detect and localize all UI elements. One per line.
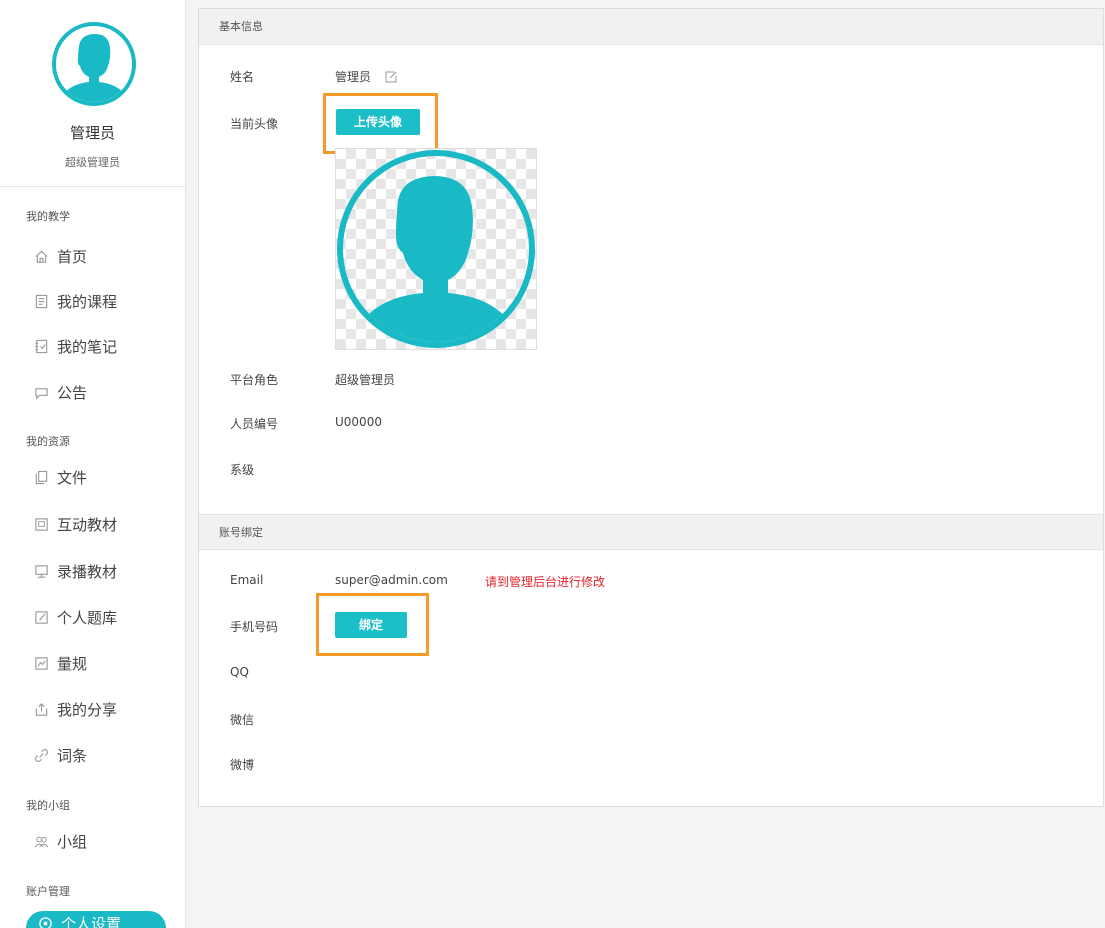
sidebar-item-shares[interactable]: 我的分享 <box>34 697 117 721</box>
sidebar-item-files[interactable]: 文件 <box>34 465 87 489</box>
role-value: 超级管理员 <box>335 373 396 387</box>
sidebar-item-entries[interactable]: 词条 <box>34 743 87 767</box>
interactive-material-icon <box>34 517 49 532</box>
user-avatar-icon[interactable] <box>52 22 136 106</box>
sidebar-item-label: 我的课程 <box>57 292 118 311</box>
sidebar-item-label: 词条 <box>57 746 88 765</box>
sidebar-item-label: 文件 <box>57 468 88 487</box>
settings-panel: 基本信息 姓名 管理员 当前头像 上传头像 平台角色 超级管理员 人员编号 U0… <box>198 8 1104 807</box>
sidebar-item-rubrics[interactable]: 量规 <box>34 651 87 675</box>
sidebar-item-courses[interactable]: 我的课程 <box>34 289 117 313</box>
phone-label: 手机号码 <box>230 620 279 634</box>
announcement-icon <box>34 385 49 400</box>
sidebar-item-label: 我的分享 <box>57 700 118 719</box>
role-label: 平台角色 <box>230 373 279 387</box>
sidebar: 管理员 超级管理员 我的教学 首页 我的课程 我的笔记 公告 我的资源 文件 互… <box>0 0 186 928</box>
settings-icon <box>38 916 53 928</box>
bind-phone-button[interactable]: 绑定 <box>335 612 407 638</box>
weibo-label: 微博 <box>230 758 255 772</box>
share-icon <box>34 702 49 717</box>
sidebar-item-label: 首页 <box>57 247 88 266</box>
home-icon <box>34 249 49 264</box>
email-label: Email <box>230 573 264 587</box>
group-icon <box>34 834 49 849</box>
group-title-groups: 我的小组 <box>26 799 70 812</box>
avatar-preview <box>335 148 537 350</box>
sidebar-item-label: 个人题库 <box>57 608 118 627</box>
sidebar-item-label: 量规 <box>57 654 88 673</box>
sidebar-item-personal-settings[interactable]: 个人设置 <box>26 911 166 928</box>
section-account-binding-header: 账号绑定 <box>199 514 1103 550</box>
user-role: 超级管理员 <box>65 156 120 169</box>
sidebar-item-label: 公告 <box>57 383 88 402</box>
sidebar-item-label: 我的笔记 <box>57 337 118 356</box>
avatar-preview-icon <box>337 150 535 348</box>
link-icon <box>34 748 49 763</box>
qq-label: QQ <box>230 665 249 679</box>
group-title-resources: 我的资源 <box>26 435 70 448</box>
sidebar-item-label: 录播教材 <box>57 562 118 581</box>
group-title-account: 账户管理 <box>26 885 70 898</box>
sidebar-item-label: 小组 <box>57 832 88 851</box>
email-notice: 请到管理后台进行修改 <box>485 575 606 589</box>
sidebar-item-groups[interactable]: 小组 <box>34 829 87 853</box>
sidebar-item-home[interactable]: 首页 <box>34 244 87 268</box>
notebook-icon <box>34 339 49 354</box>
group-title-teaching: 我的教学 <box>26 210 70 223</box>
staff-id-value: U00000 <box>335 415 382 429</box>
sidebar-item-recorded-materials[interactable]: 录播教材 <box>34 559 117 583</box>
department-label: 系级 <box>230 463 255 477</box>
name-value: 管理员 <box>335 70 372 84</box>
question-bank-icon <box>34 610 49 625</box>
upload-avatar-button[interactable]: 上传头像 <box>336 109 420 135</box>
wechat-label: 微信 <box>230 713 255 727</box>
name-value-row: 管理员 <box>335 68 397 86</box>
sidebar-item-interactive-materials[interactable]: 互动教材 <box>34 512 117 536</box>
edit-icon[interactable] <box>385 71 397 86</box>
email-value: super@admin.com <box>335 573 448 587</box>
sidebar-item-label: 互动教材 <box>57 515 118 534</box>
name-label: 姓名 <box>230 70 255 84</box>
user-name: 管理员 <box>69 124 115 142</box>
sidebar-item-announcements[interactable]: 公告 <box>34 380 87 404</box>
avatar-label: 当前头像 <box>230 117 279 131</box>
rubric-icon <box>34 656 49 671</box>
staff-id-label: 人员编号 <box>230 417 279 431</box>
user-profile: 管理员 超级管理员 <box>0 0 185 187</box>
sidebar-item-label: 个人设置 <box>61 914 122 928</box>
sidebar-item-question-bank[interactable]: 个人题库 <box>34 605 117 629</box>
section-basic-info-header: 基本信息 <box>199 9 1103 45</box>
file-icon <box>34 470 49 485</box>
recorded-material-icon <box>34 564 49 579</box>
course-icon <box>34 294 49 309</box>
sidebar-item-notes[interactable]: 我的笔记 <box>34 334 117 358</box>
